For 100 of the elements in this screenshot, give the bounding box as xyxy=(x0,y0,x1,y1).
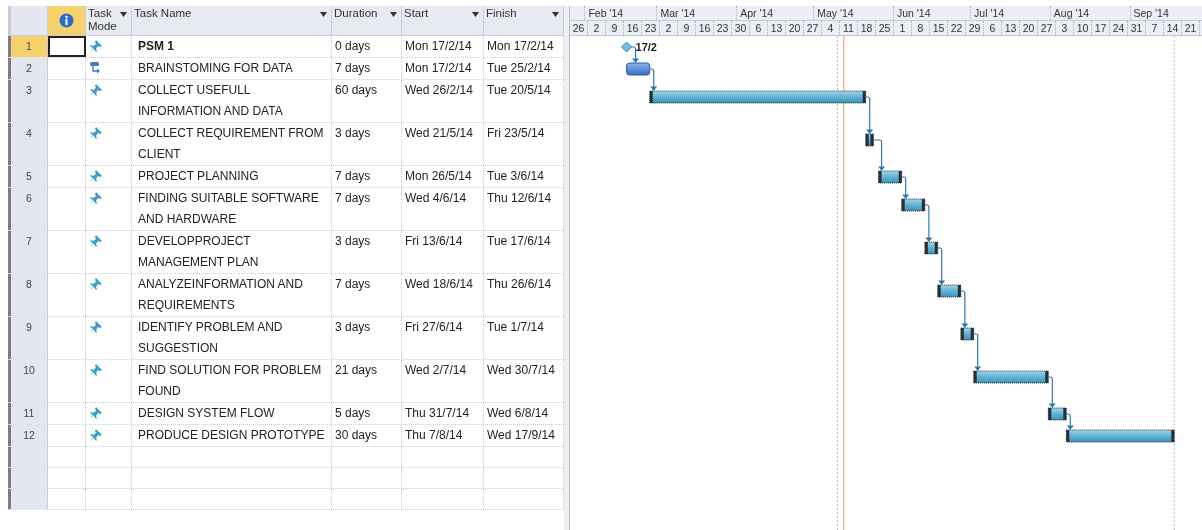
row-number[interactable]: 4 xyxy=(8,123,48,165)
column-title: Task Name xyxy=(134,7,192,20)
row-number[interactable]: 5 xyxy=(8,166,48,187)
column-header[interactable]: Task Mode xyxy=(86,6,132,36)
task-name: IDENTIFY PROBLEM AND SUGGESTION xyxy=(132,317,332,359)
row-header[interactable] xyxy=(8,489,48,509)
week-label: 2 xyxy=(665,22,672,34)
week-label: 2 xyxy=(593,22,600,34)
month-label: Aug '14 xyxy=(1053,7,1090,19)
week-label: 23 xyxy=(716,22,729,34)
duration-cell: 3 days xyxy=(332,317,402,359)
dependency-arrow xyxy=(901,176,910,199)
month-label: Apr '14 xyxy=(740,7,774,19)
caret-icon[interactable] xyxy=(390,12,397,17)
column-title: Duration xyxy=(334,7,378,20)
week-label: 6 xyxy=(989,22,996,34)
month-label: Mar '14 xyxy=(660,7,696,19)
duration-cell: 7 days xyxy=(332,274,402,316)
column-title: Task Mode xyxy=(88,7,114,33)
task-bar[interactable] xyxy=(626,62,651,76)
active-cell[interactable] xyxy=(48,36,86,57)
row-header[interactable] xyxy=(8,447,48,467)
week-label: 31 xyxy=(1130,22,1143,34)
task-bar[interactable] xyxy=(649,90,867,104)
caret-icon[interactable] xyxy=(320,12,327,17)
row-number[interactable]: 1 xyxy=(8,36,48,57)
month-label: Sep '14 xyxy=(1133,7,1169,19)
week-label: 23 xyxy=(644,22,657,34)
task-name: BRAINSTOMING FOR DATA xyxy=(132,58,332,79)
week-label: 14 xyxy=(1166,22,1179,34)
date-cell: Wed 21/5/14 xyxy=(402,123,484,165)
week-label: 7 xyxy=(1151,22,1158,34)
date-cell: Thu 7/8/14 xyxy=(402,425,484,446)
duration-cell: 5 days xyxy=(332,403,402,424)
week-label: 9 xyxy=(683,22,690,34)
row-number[interactable]: 8 xyxy=(8,274,48,316)
row-number[interactable]: 6 xyxy=(8,188,48,230)
week-label: 24 xyxy=(1112,22,1125,34)
task-bar[interactable] xyxy=(973,370,1049,384)
caret-icon[interactable] xyxy=(552,12,559,17)
task-bar[interactable] xyxy=(937,284,962,298)
dependency-arrow xyxy=(924,204,933,242)
caret-icon[interactable] xyxy=(120,12,127,17)
row-number[interactable]: 10 xyxy=(8,360,48,402)
task-name: FINDING SUITABLE SOFTWARE AND HARDWARE xyxy=(132,188,332,230)
week-label: 3 xyxy=(1061,22,1068,34)
milestone-diamond[interactable] xyxy=(621,41,633,53)
task-bar[interactable] xyxy=(878,170,903,184)
date-cell: Wed 2/7/14 xyxy=(402,360,484,402)
task-bar[interactable] xyxy=(1065,429,1175,443)
date-cell: Wed 18/6/14 xyxy=(402,274,484,316)
month-label: Feb '14 xyxy=(588,7,624,19)
select-all-cell[interactable] xyxy=(8,6,48,36)
week-label: 27 xyxy=(1040,22,1053,34)
week-label: 16 xyxy=(626,22,639,34)
duration-cell: 21 days xyxy=(332,360,402,402)
week-label: 9 xyxy=(611,22,618,34)
dependency-arrow xyxy=(973,333,982,371)
duration-cell: 3 days xyxy=(332,123,402,165)
column-header[interactable]: Duration xyxy=(332,6,402,36)
task-name: DEVELOPPROJECT MANAGEMENT PLAN xyxy=(132,231,332,273)
date-cell: Wed 26/2/14 xyxy=(402,80,484,122)
week-label: 20 xyxy=(788,22,801,34)
row-number[interactable]: 12 xyxy=(8,425,48,446)
milestone-date: 17/2 xyxy=(635,41,657,53)
column-header[interactable]: Task Name xyxy=(132,6,332,36)
week-label: 27 xyxy=(806,22,819,34)
task-name: COLLECT USEFULL INFORMATION AND DATA xyxy=(132,80,332,122)
task-bar[interactable] xyxy=(865,133,874,147)
task-name: DESIGN SYSTEM FLOW xyxy=(132,403,332,424)
task-bar[interactable] xyxy=(901,198,926,212)
row-header[interactable] xyxy=(8,468,48,488)
date-cell: Wed 4/6/14 xyxy=(402,188,484,230)
task-bar[interactable] xyxy=(924,241,939,255)
dependency-arrow xyxy=(1047,376,1056,408)
row-number[interactable]: 7 xyxy=(8,231,48,273)
dependency-arrow xyxy=(960,290,969,328)
task-bar[interactable] xyxy=(1047,407,1067,421)
task-name: ANALYZEINFORMATION AND REQUIREMENTS xyxy=(132,274,332,316)
row-number[interactable]: 3 xyxy=(8,80,48,122)
dependency-arrow xyxy=(1065,413,1074,430)
row-number[interactable]: 9 xyxy=(8,317,48,359)
date-cell: Fri 27/6/14 xyxy=(402,317,484,359)
duration-cell: 7 days xyxy=(332,188,402,230)
row-number[interactable]: 2 xyxy=(8,58,48,79)
task-name: COLLECT REQUIREMENT FROM CLIENT xyxy=(132,123,332,165)
row-number[interactable]: 11 xyxy=(8,403,48,424)
month-label: Jun '14 xyxy=(896,7,931,19)
dependency-arrow xyxy=(872,139,886,171)
dependency-arrow xyxy=(865,96,874,134)
week-label: 20 xyxy=(1022,22,1035,34)
date-cell: Thu 31/7/14 xyxy=(402,403,484,424)
task-bar[interactable] xyxy=(960,327,975,341)
week-label: 1 xyxy=(899,22,906,34)
duration-cell: 3 days xyxy=(332,231,402,273)
week-label: 11 xyxy=(843,22,854,34)
column-header[interactable]: Start xyxy=(402,6,484,36)
column-header[interactable]: Finish xyxy=(484,6,564,36)
task-name: FIND SOLUTION FOR PROBLEM FOUND xyxy=(132,360,332,402)
caret-icon[interactable] xyxy=(472,12,479,17)
